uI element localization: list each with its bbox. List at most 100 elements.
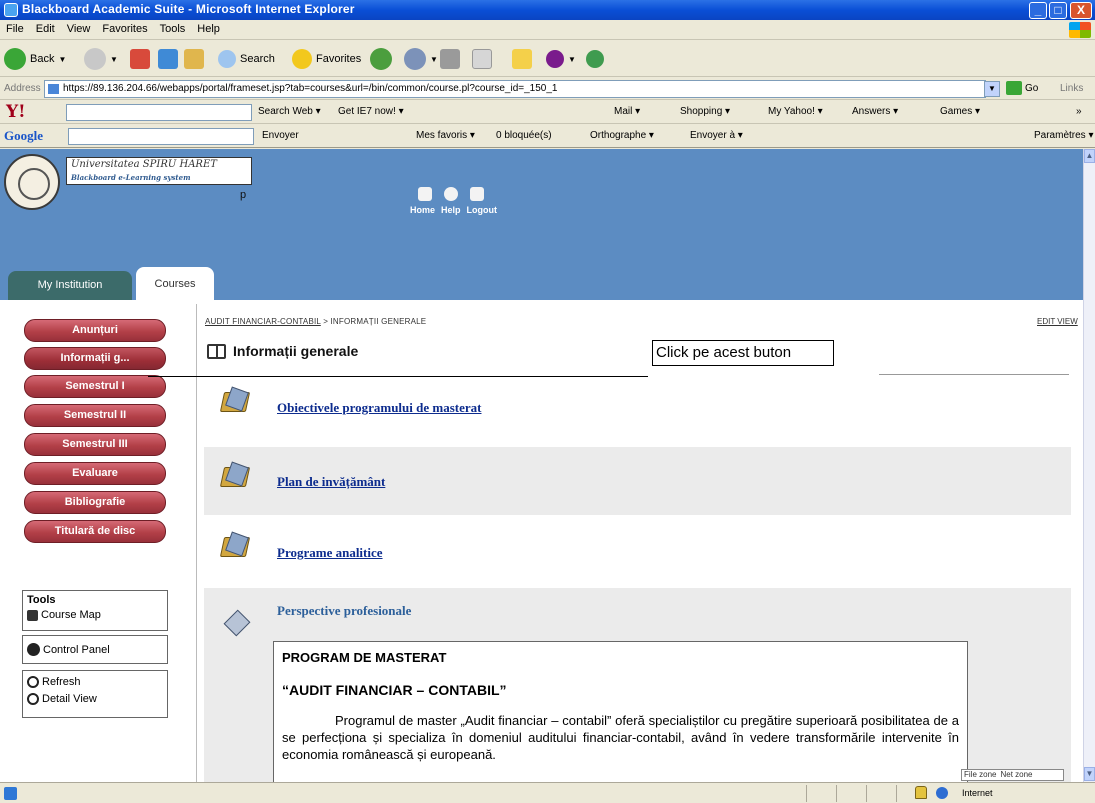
address-label: Address (4, 83, 41, 94)
google-logo[interactable]: Google (4, 128, 43, 144)
globe-icon (936, 787, 948, 799)
annotation-pointer-line (148, 376, 648, 377)
title-bar: Blackboard Academic Suite - Microsoft In… (0, 0, 1095, 20)
content-item-icon (219, 531, 251, 561)
nav-informatii-button[interactable]: Informații g... (24, 347, 166, 370)
parametres-button[interactable]: Paramètres ▾ (1034, 130, 1095, 141)
breadcrumb-course-link[interactable]: AUDIT FINANCIAR-CONTABIL (205, 317, 321, 326)
nav-semestrul-2-button[interactable]: Semestrul II (24, 404, 166, 427)
edit-button[interactable] (472, 46, 492, 72)
links-button[interactable]: Links (1060, 83, 1083, 94)
mail-icon (404, 48, 426, 70)
search-icon (218, 50, 236, 68)
contacts-icon (586, 50, 604, 68)
edit-view-link[interactable]: EDIT VIEW (1037, 317, 1078, 326)
stop-button[interactable] (130, 46, 150, 72)
favorites-button[interactable]: Favorites (292, 46, 361, 72)
page-icon (48, 84, 59, 94)
item-obiectivele-link[interactable]: Obiectivele programului de masterat (277, 400, 481, 416)
home-icon (184, 49, 204, 69)
address-dropdown-icon[interactable]: ▼ (984, 81, 1000, 97)
nav-evaluare-button[interactable]: Evaluare (24, 462, 166, 485)
detail-view-link[interactable]: Detail View (27, 693, 163, 705)
address-input[interactable]: https://89.136.204.66/webapps/portal/fra… (44, 80, 986, 98)
back-arrow-icon (4, 48, 26, 70)
go-button[interactable]: Go (1006, 81, 1038, 95)
item-programe-link[interactable]: Programe analitice (277, 545, 383, 561)
menu-view[interactable]: View (61, 20, 97, 35)
nav-titulara-button[interactable]: Titulară de disc (24, 520, 166, 543)
back-button[interactable]: Back ▼ (4, 46, 66, 72)
control-panel-icon (27, 643, 40, 656)
yahoo-more-icon[interactable]: » (1076, 106, 1095, 117)
page-title: Informații generale (233, 343, 359, 359)
notes-button[interactable] (512, 46, 532, 72)
help-icon[interactable] (444, 187, 458, 201)
help-link[interactable]: Help (441, 205, 461, 215)
nav-semestrul-1-button[interactable]: Semestrul I (24, 375, 166, 398)
course-map-link[interactable]: Course Map (27, 609, 163, 621)
vertical-scrollbar[interactable]: ▲ ▼ (1083, 149, 1095, 782)
tab-my-institution[interactable]: My Institution (8, 271, 132, 300)
forward-button[interactable]: ▼ (84, 46, 118, 72)
refresh-link[interactable]: Refresh (27, 676, 163, 688)
forward-arrow-icon (84, 48, 106, 70)
home-icon[interactable] (418, 187, 432, 201)
stop-icon (130, 49, 150, 69)
status-divider (806, 785, 807, 802)
program-description-box: PROGRAM DE MASTERAT “AUDIT FINANCIAR – C… (273, 641, 968, 782)
refresh-icon (27, 676, 39, 688)
google-search-input[interactable] (68, 128, 254, 145)
print-button[interactable] (440, 46, 460, 72)
detail-view-icon (27, 693, 39, 705)
window-title: Blackboard Academic Suite - Microsoft In… (22, 2, 355, 16)
menu-edit[interactable]: Edit (30, 20, 61, 35)
university-banner: Universitatea SPIRU HARET Blackboard e-L… (66, 157, 252, 185)
system-name: Blackboard e-Learning system (71, 173, 191, 182)
header-nav-icons (418, 187, 484, 201)
search-button[interactable]: Search (218, 46, 275, 72)
home-link[interactable]: Home (410, 205, 435, 215)
control-panel-link[interactable]: Control Panel (22, 635, 168, 664)
maximize-button[interactable]: □ (1049, 2, 1067, 19)
tab-courses[interactable]: Courses (136, 267, 214, 300)
scroll-up-icon[interactable]: ▲ (1084, 149, 1095, 163)
blackboard-header: Universitatea SPIRU HARET Blackboard e-L… (0, 149, 1083, 300)
menu-bar: File Edit View Favorites Tools Help (0, 20, 1095, 40)
list-item: Plan de invățământ (204, 447, 1071, 515)
home-button[interactable] (184, 46, 204, 72)
list-item: Obiectivele programului de masterat (204, 380, 1071, 438)
scroll-down-icon[interactable]: ▼ (1084, 767, 1095, 781)
windows-logo-icon (1069, 22, 1091, 38)
yahoo-logo[interactable]: Y! (6, 102, 26, 122)
refresh-button[interactable] (158, 46, 178, 72)
page-status-icon (4, 787, 17, 800)
history-button[interactable] (370, 46, 396, 72)
messenger-button[interactable]: ▼ (546, 46, 576, 72)
annotation-callout: Click pe acest buton (652, 340, 834, 366)
content-item-icon (219, 461, 251, 491)
notes-icon (512, 49, 532, 69)
minimize-button[interactable]: _ (1029, 2, 1047, 19)
item-plan-link[interactable]: Plan de invățământ (277, 474, 385, 490)
zone-tooltip: File zone Net zone (961, 769, 1064, 781)
status-divider (836, 785, 837, 802)
messenger-icon (546, 50, 564, 68)
nav-bibliografie-button[interactable]: Bibliografie (24, 491, 166, 514)
menu-file[interactable]: File (0, 20, 30, 35)
menu-help[interactable]: Help (191, 20, 226, 35)
menu-favorites[interactable]: Favorites (96, 20, 153, 35)
yahoo-search-input[interactable] (66, 104, 252, 121)
header-nav-labels: Home Help Logout (410, 205, 503, 215)
item-perspective-title: Perspective profesionale (277, 603, 412, 618)
nav-semestrul-3-button[interactable]: Semestrul III (24, 433, 166, 456)
yahoo-games-button[interactable]: Games ▾ (940, 106, 1095, 117)
contacts-button[interactable] (586, 46, 608, 72)
menu-tools[interactable]: Tools (154, 20, 192, 35)
logout-link[interactable]: Logout (467, 205, 498, 215)
mail-button[interactable]: ▼ (404, 46, 438, 72)
p-mark: p (240, 189, 247, 201)
close-button[interactable]: X (1070, 2, 1092, 19)
nav-anunturi-button[interactable]: Anunțuri (24, 319, 166, 342)
logout-icon[interactable] (470, 187, 484, 201)
